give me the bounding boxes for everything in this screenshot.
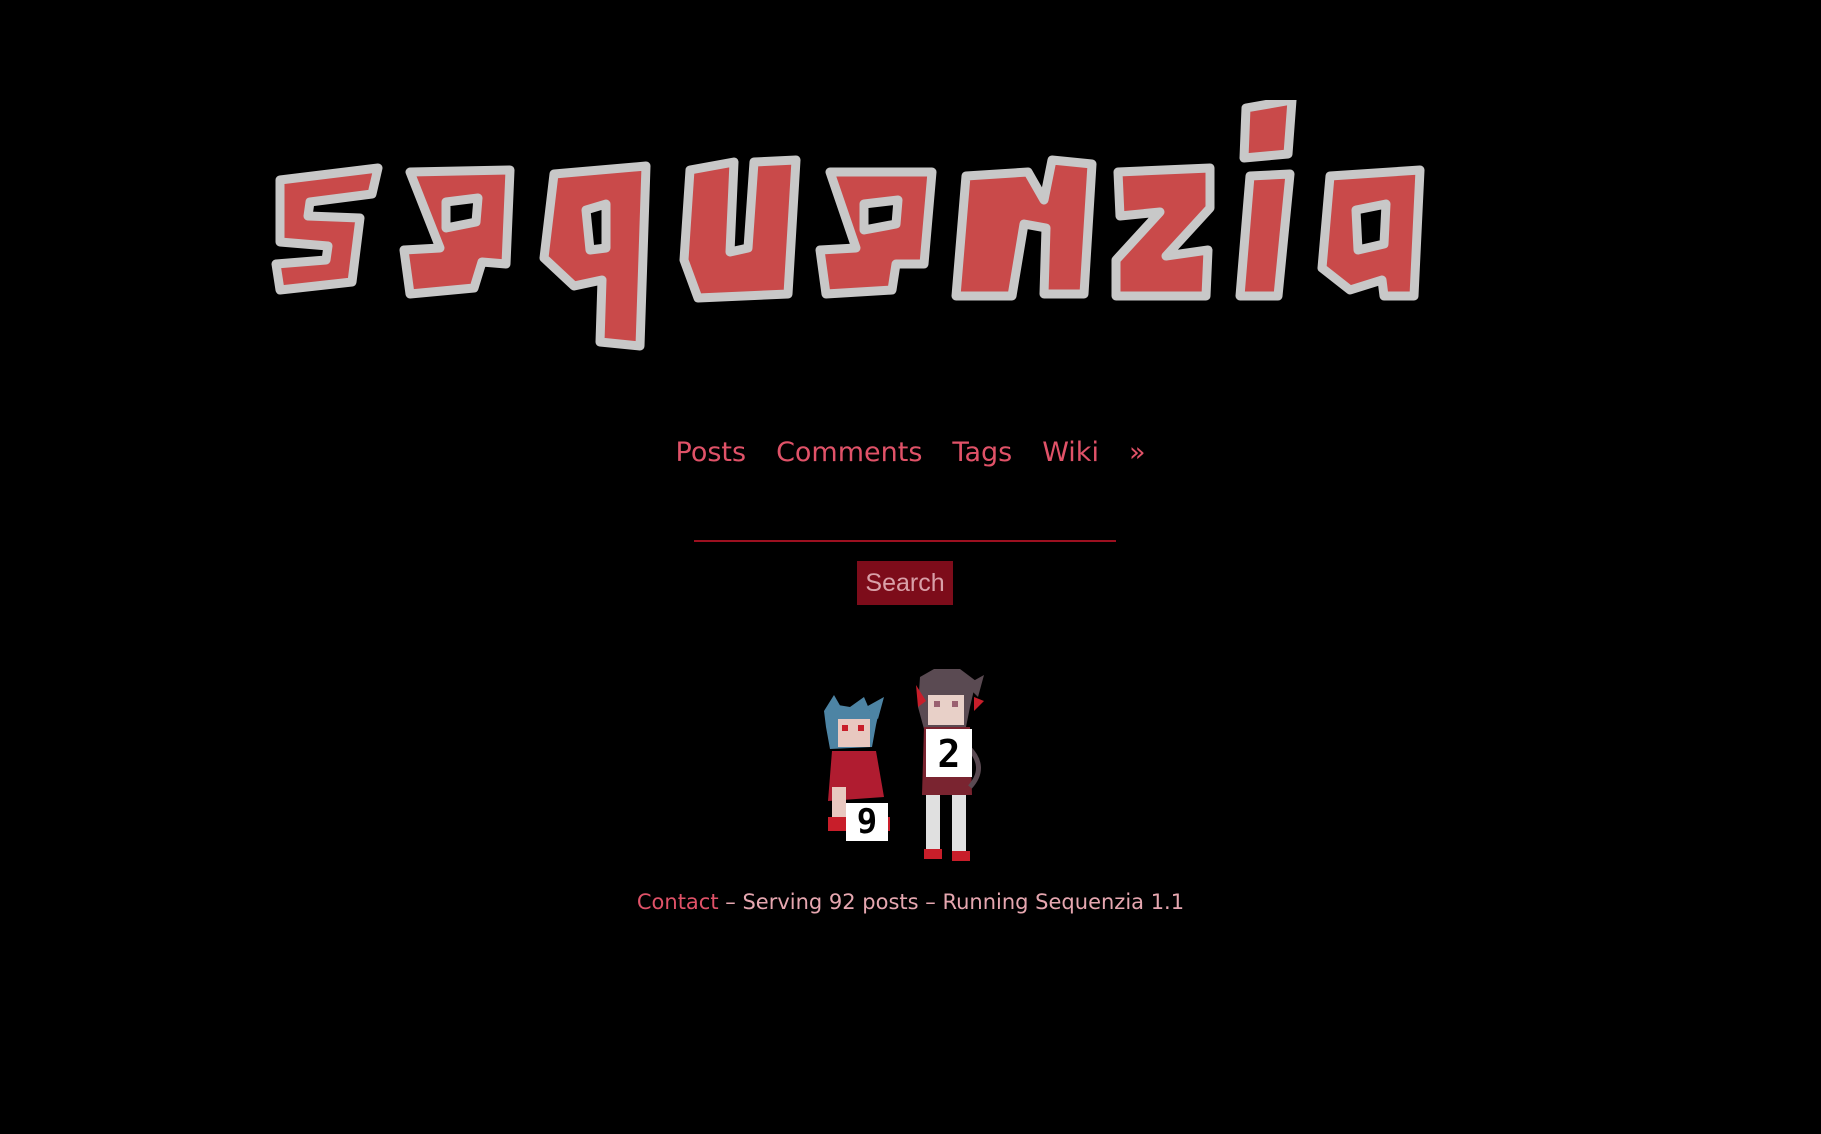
footer-post-count: Serving 92 posts <box>742 890 919 914</box>
footer-separator: – <box>718 890 743 914</box>
site-logo[interactable] <box>260 100 1560 360</box>
main-nav: Posts Comments Tags Wiki » <box>0 433 1821 473</box>
contact-link[interactable]: Contact <box>637 890 719 914</box>
nav-link-more[interactable]: » <box>1129 437 1146 468</box>
mascot-right: 2 <box>916 669 984 861</box>
footer-version: Running Sequenzia 1.1 <box>942 890 1185 914</box>
post-counter-image: 9 2 <box>820 667 1010 867</box>
search-input[interactable] <box>694 510 1116 542</box>
mascot-left: 9 <box>824 695 890 842</box>
nav-link-comments[interactable]: Comments <box>776 437 922 468</box>
nav-link-posts[interactable]: Posts <box>676 437 747 468</box>
search-button[interactable]: Search <box>857 561 953 605</box>
footer: Contact – Serving 92 posts – Running Seq… <box>0 887 1821 917</box>
nav-link-tags[interactable]: Tags <box>952 437 1012 468</box>
logo-wordmark <box>271 100 1425 351</box>
counter-digit-1: 9 <box>857 802 877 842</box>
footer-separator: – <box>918 890 943 914</box>
counter-mascots: 9 2 <box>824 669 984 861</box>
counter-digit-2: 2 <box>938 732 961 776</box>
nav-link-wiki[interactable]: Wiki <box>1042 437 1099 468</box>
